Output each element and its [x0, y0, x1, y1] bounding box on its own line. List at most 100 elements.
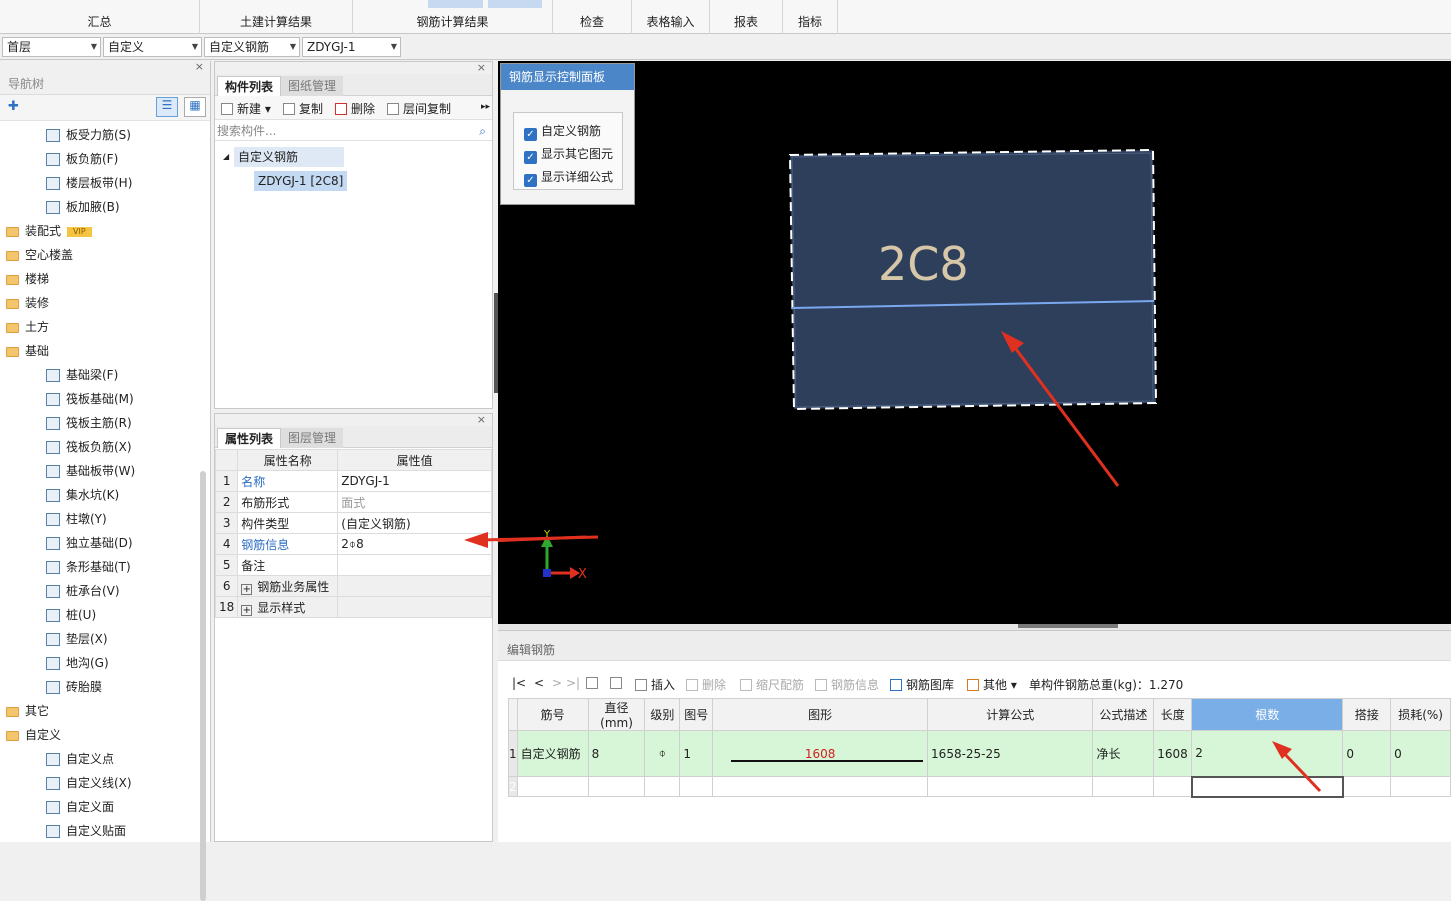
- tab-layer-management[interactable]: 图层管理: [281, 428, 344, 448]
- scale-rebar-button[interactable]: 缩尺配筋: [740, 676, 804, 693]
- rebar-cell-loss[interactable]: 0: [1390, 730, 1451, 777]
- column-header[interactable]: 筋号: [516, 698, 589, 731]
- drawing-viewport[interactable]: 钢筋显示控制面板 ✓ 自定义钢筋 ✓ 显示其它图元 ✓ 显示详细公式 2C8 Y X: [494, 61, 1451, 624]
- type-select[interactable]: 自定义钢筋 ▼: [204, 37, 300, 57]
- menu-report[interactable]: 报表: [710, 0, 783, 34]
- rebar-cell-lap[interactable]: 0: [1342, 730, 1392, 777]
- property-row[interactable]: 4 钢筋信息 2⌽8: [214, 533, 492, 555]
- rebar-cell-name[interactable]: [516, 776, 589, 797]
- column-header[interactable]: 损耗(%): [1390, 698, 1451, 731]
- rebar-cell-formula[interactable]: [927, 776, 1094, 797]
- rebar-cell-lap[interactable]: [1342, 776, 1392, 797]
- move-down-button[interactable]: [610, 676, 626, 690]
- splitter-handle[interactable]: [1018, 624, 1118, 628]
- rebar-info-button[interactable]: 钢筋信息: [815, 676, 879, 693]
- nav-item[interactable]: 自定义贴面: [46, 819, 126, 843]
- nav-item[interactable]: 砖胎膜: [46, 675, 102, 699]
- menu-summary[interactable]: 汇总: [0, 0, 200, 34]
- menu-check[interactable]: 检查: [553, 0, 632, 34]
- column-header[interactable]: 计算公式: [927, 698, 1094, 731]
- list-view-icon[interactable]: ☰: [156, 97, 178, 117]
- close-icon[interactable]: ×: [477, 62, 486, 74]
- nav-item[interactable]: 自定义: [6, 723, 61, 747]
- column-header[interactable]: 级别: [644, 698, 681, 731]
- scrollbar[interactable]: [200, 471, 206, 901]
- rebar-library-button[interactable]: 钢筋图库: [890, 676, 954, 693]
- nav-item[interactable]: 筏板基础(M): [46, 387, 134, 411]
- tab-drawing-management[interactable]: 图纸管理: [281, 76, 344, 96]
- copy-button[interactable]: 复制: [283, 100, 323, 117]
- column-header[interactable]: 长度: [1153, 698, 1193, 731]
- property-row[interactable]: 3 构件类型 (自定义钢筋): [214, 512, 492, 534]
- rebar-cell-shape[interactable]: 1608: [712, 730, 929, 777]
- new-button[interactable]: 新建 ▾: [221, 100, 271, 117]
- tab-property-list[interactable]: 属性列表: [217, 428, 282, 448]
- column-header[interactable]: 图形: [712, 698, 929, 731]
- rebar-cell-shape[interactable]: [712, 776, 929, 797]
- move-up-button[interactable]: [586, 676, 602, 690]
- search-input[interactable]: 搜索构件... ⌕: [215, 121, 492, 141]
- nav-item[interactable]: 板负筋(F): [46, 147, 118, 171]
- column-header[interactable]: 图号: [679, 698, 714, 731]
- rebar-cell-fig[interactable]: 1: [679, 730, 714, 777]
- nav-item[interactable]: 基础板带(W): [46, 459, 135, 483]
- property-row[interactable]: 5 备注: [214, 554, 492, 576]
- property-value[interactable]: [337, 554, 492, 576]
- last-record-button[interactable]: >|: [566, 676, 580, 690]
- nav-item[interactable]: 装配式 VIP: [6, 219, 92, 243]
- nav-item[interactable]: 筏板主筋(R): [46, 411, 132, 435]
- rebar-cell-desc[interactable]: 净长: [1092, 730, 1155, 777]
- nav-item[interactable]: 其它: [6, 699, 49, 723]
- close-icon[interactable]: ×: [477, 414, 486, 426]
- nav-item[interactable]: 楼梯: [6, 267, 49, 291]
- property-value[interactable]: [337, 596, 492, 618]
- rebar-cell-desc[interactable]: [1092, 776, 1155, 797]
- column-header[interactable]: 搭接: [1342, 698, 1392, 731]
- nav-item[interactable]: 垫层(X): [46, 627, 108, 651]
- nav-item[interactable]: 桩(U): [46, 603, 96, 627]
- floor-select[interactable]: 首层 ▼: [2, 37, 101, 57]
- nav-item[interactable]: 柱墩(Y): [46, 507, 107, 531]
- rebar-cell-grade[interactable]: ⌽: [644, 730, 681, 777]
- property-value[interactable]: 面式: [337, 491, 492, 513]
- nav-item[interactable]: 自定义面: [46, 795, 114, 819]
- tree-node-selected[interactable]: ZDYGJ-1 [2C8]: [254, 171, 348, 191]
- menu-table-input[interactable]: 表格输入: [632, 0, 710, 34]
- expand-icon[interactable]: +: [241, 604, 253, 616]
- nav-item[interactable]: 自定义点: [46, 747, 114, 771]
- nav-item[interactable]: 板受力筋(S): [46, 123, 131, 147]
- nav-item[interactable]: 独立基础(D): [46, 531, 133, 555]
- rebar-cell-length[interactable]: [1153, 776, 1193, 797]
- add-icon[interactable]: ✚: [8, 99, 19, 114]
- rebar-cell-length[interactable]: 1608: [1153, 730, 1193, 777]
- rebar-cell-fig[interactable]: [679, 776, 714, 797]
- rebar-cell-name[interactable]: 自定义钢筋: [516, 730, 589, 777]
- close-icon[interactable]: ×: [195, 61, 204, 73]
- nav-item[interactable]: 筏板负筋(X): [46, 435, 132, 459]
- property-row[interactable]: 6 + 钢筋业务属性: [214, 575, 492, 597]
- next-record-button[interactable]: >: [552, 676, 562, 690]
- nav-item[interactable]: 地沟(G): [46, 651, 109, 675]
- nav-item[interactable]: 楼层板带(H): [46, 171, 132, 195]
- rebar-element[interactable]: [788, 148, 1158, 411]
- property-row[interactable]: 2 布筋形式 面式: [214, 491, 492, 513]
- nav-item[interactable]: 空心楼盖: [6, 243, 73, 267]
- rebar-cell-loss[interactable]: [1390, 776, 1451, 797]
- delete-button[interactable]: 删除: [335, 100, 375, 117]
- search-icon[interactable]: ⌕: [479, 121, 486, 141]
- menu-civil-results[interactable]: 土建计算结果: [200, 0, 353, 34]
- first-record-button[interactable]: |<: [512, 676, 526, 690]
- tree-node-parent[interactable]: 自定义钢筋: [234, 147, 344, 167]
- rebar-cell-dia[interactable]: 8: [587, 730, 646, 777]
- nav-item[interactable]: 土方: [6, 315, 49, 339]
- prev-record-button[interactable]: <: [534, 676, 544, 690]
- nav-item[interactable]: 基础: [6, 339, 49, 363]
- rebar-cell-grade[interactable]: [644, 776, 681, 797]
- grid-view-icon[interactable]: ▦: [184, 97, 206, 117]
- expand-icon[interactable]: +: [241, 583, 253, 595]
- nav-item[interactable]: 装修: [6, 291, 49, 315]
- insert-button[interactable]: 插入: [635, 676, 675, 693]
- category-select[interactable]: 自定义 ▼: [103, 37, 202, 57]
- nav-item[interactable]: 板加腋(B): [46, 195, 120, 219]
- nav-item[interactable]: 集水坑(K): [46, 483, 119, 507]
